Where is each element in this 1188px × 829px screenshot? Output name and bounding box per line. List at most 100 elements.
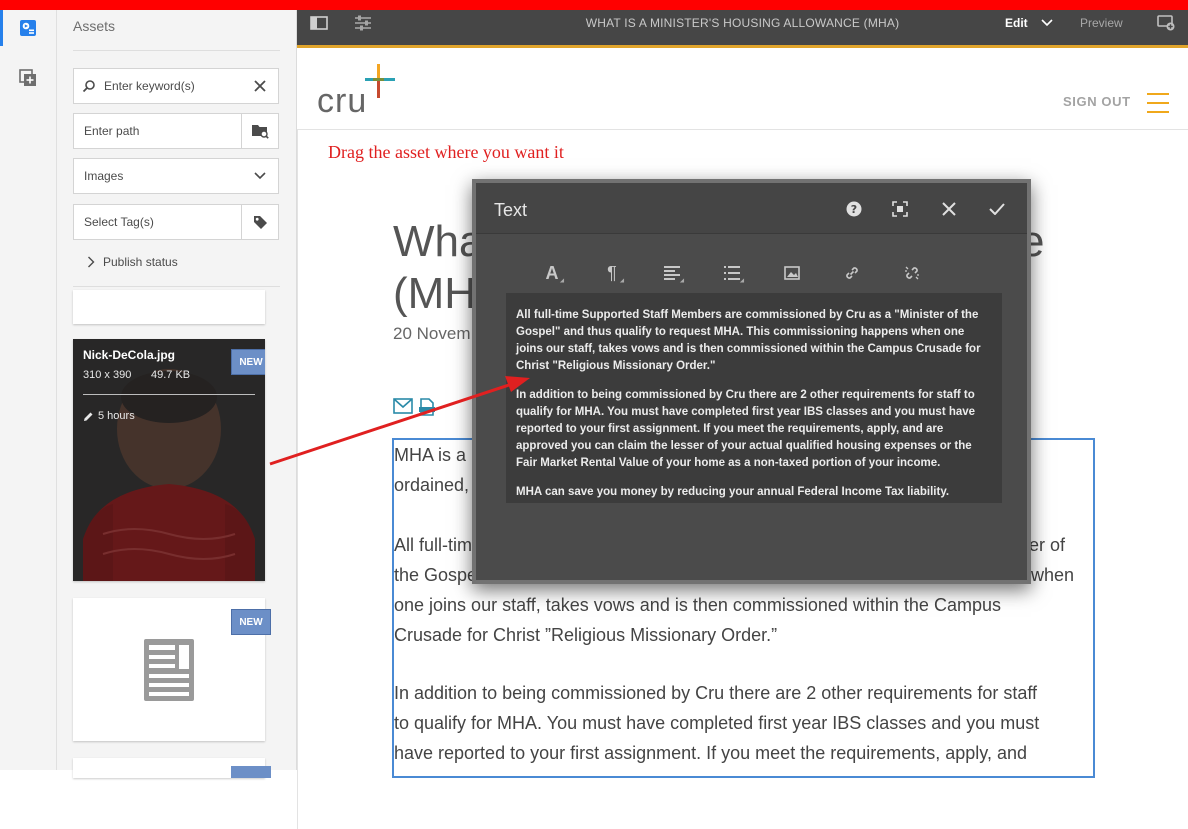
- asset-card-next[interactable]: [73, 758, 271, 778]
- align-button[interactable]: [652, 253, 692, 293]
- rail-active-indicator: [0, 10, 3, 46]
- preview-mode-button[interactable]: Preview: [1080, 10, 1123, 36]
- document-icon: [144, 639, 194, 701]
- close-dialog-button[interactable]: [937, 197, 961, 221]
- edit-mode-dropdown[interactable]: Edit: [1005, 10, 1053, 36]
- chevron-down-icon: [242, 172, 278, 180]
- page-title-bar: WHAT IS A MINISTER'S HOUSING ALLOWANCE (…: [585, 16, 900, 30]
- search-field[interactable]: Enter keyword(s): [73, 68, 279, 104]
- rail-assets-button[interactable]: [0, 10, 56, 46]
- new-badge: NEW: [231, 609, 271, 635]
- tags-field[interactable]: Select Tag(s): [73, 204, 279, 240]
- asset-type-value: Images: [84, 169, 124, 183]
- dialog-title: Text: [494, 200, 528, 220]
- link-icon: [846, 267, 858, 279]
- editor-toolbar: WHAT IS A MINISTER'S HOUSING ALLOWANCE (…: [297, 10, 1188, 48]
- list-icon: [724, 266, 740, 280]
- body-text: to qualify for MHA. You must have comple…: [394, 713, 1040, 733]
- link-button[interactable]: [832, 253, 872, 293]
- body-text: one joins our staff, takes vows and is t…: [394, 595, 1001, 615]
- paragraph-button[interactable]: ¶: [592, 253, 632, 293]
- fullscreen-button[interactable]: [888, 197, 912, 221]
- list-button[interactable]: [712, 253, 752, 293]
- folder-search-icon: [252, 125, 269, 139]
- body-paragraph-3: In addition to being commissioned by Cru…: [394, 678, 1093, 768]
- assets-icon: [20, 20, 36, 36]
- close-icon: [942, 202, 956, 216]
- search-icon: [74, 79, 104, 93]
- unlink-button[interactable]: [892, 253, 932, 293]
- asset-type-select[interactable]: Images: [73, 158, 279, 194]
- asset-meta-divider: [83, 394, 255, 395]
- cru-logo: cru: [315, 62, 405, 127]
- rich-text-editor[interactable]: All full-time Supported Staff Members ar…: [506, 293, 1002, 503]
- browse-path-button[interactable]: [241, 114, 278, 148]
- pencil-icon: [84, 412, 93, 421]
- assets-panel: Assets Enter keyword(s) Enter path Image…: [57, 10, 297, 778]
- header-divider: [297, 129, 1188, 130]
- search-input[interactable]: Enter keyword(s): [104, 79, 242, 93]
- editor-paragraph-2: In addition to being commissioned by Cru…: [516, 389, 976, 469]
- fullscreen-icon: [892, 201, 908, 217]
- article-date: 20 Novem: [393, 324, 471, 343]
- chevron-right-icon: [88, 256, 95, 268]
- rail-components-button[interactable]: [0, 60, 56, 96]
- top-red-strip: [0, 0, 1188, 10]
- email-icon[interactable]: [393, 398, 413, 414]
- image-button[interactable]: [772, 253, 812, 293]
- annotate-icon: [1157, 15, 1175, 31]
- content-border: [297, 129, 298, 829]
- panel-title: Assets: [73, 18, 116, 34]
- clear-search-icon[interactable]: [242, 80, 278, 92]
- body-text: the Gospe: [394, 565, 478, 585]
- help-button[interactable]: ?: [842, 197, 866, 221]
- asset-modified: 5 hours: [83, 410, 135, 422]
- annotate-button[interactable]: [1155, 10, 1177, 36]
- sign-out-link[interactable]: SIGN OUT: [1063, 94, 1131, 109]
- rich-text-toolbar: A ¶: [496, 253, 996, 293]
- cru-logo-text: cru: [317, 82, 368, 120]
- format-button[interactable]: A: [532, 253, 572, 293]
- body-text: when: [1031, 565, 1075, 585]
- body-text: Crusade for Christ ”Religious Missionary…: [394, 625, 778, 645]
- asset-card-document[interactable]: NEW: [73, 598, 271, 741]
- asset-dimensions: 310 x 390: [83, 369, 132, 381]
- tag-icon: [254, 216, 267, 229]
- asset-filename: Nick-DeCola.jpg: [83, 348, 176, 362]
- text-edit-dialog: Text ? A ¶ All full-time Supported Staff…: [472, 179, 1031, 584]
- unlink-icon: [905, 266, 919, 280]
- asset-modified-text: 5 hours: [98, 410, 135, 422]
- menu-icon[interactable]: [1147, 93, 1169, 115]
- publish-status-label: Publish status: [103, 255, 178, 269]
- panel-divider: [73, 50, 280, 51]
- asset-card-nick-decola[interactable]: Nick-DeCola.jpg 310 x 390 49.7 KB 5 hour…: [73, 339, 265, 581]
- help-icon: ?: [846, 201, 862, 217]
- checkmark-icon: [989, 203, 1005, 215]
- drag-hint-annotation: Drag the asset where you want it: [328, 142, 564, 162]
- add-component-icon: [19, 69, 36, 86]
- panel-divider: [73, 286, 280, 287]
- browse-tags-button[interactable]: [241, 205, 278, 239]
- new-badge: NEW: [231, 349, 265, 375]
- asset-filesize: 49.7 KB: [151, 369, 191, 381]
- body-text: All full-tim: [394, 535, 473, 555]
- share-icons: [393, 398, 435, 416]
- paragraph-icon: ¶: [607, 262, 617, 283]
- side-rail: [0, 10, 57, 770]
- asset-card-previous[interactable]: [73, 290, 265, 324]
- edit-mode-label: Edit: [1005, 16, 1028, 30]
- print-icon[interactable]: [419, 398, 435, 416]
- body-text: In addition to being commissioned by Cru…: [394, 683, 1038, 703]
- path-input[interactable]: Enter path: [74, 124, 241, 138]
- tags-input[interactable]: Select Tag(s): [74, 215, 241, 229]
- body-text: MHA is a b: [394, 445, 482, 465]
- path-field[interactable]: Enter path: [73, 113, 279, 149]
- align-icon: [664, 266, 680, 280]
- publish-status-toggle[interactable]: Publish status: [87, 255, 178, 269]
- dialog-header: Text ?: [476, 183, 1027, 234]
- image-icon: [784, 266, 800, 280]
- format-icon: A: [545, 262, 559, 283]
- confirm-dialog-button[interactable]: [985, 197, 1009, 221]
- svg-text:?: ?: [851, 203, 857, 216]
- editor-paragraph-1: All full-time Supported Staff Members ar…: [516, 309, 981, 372]
